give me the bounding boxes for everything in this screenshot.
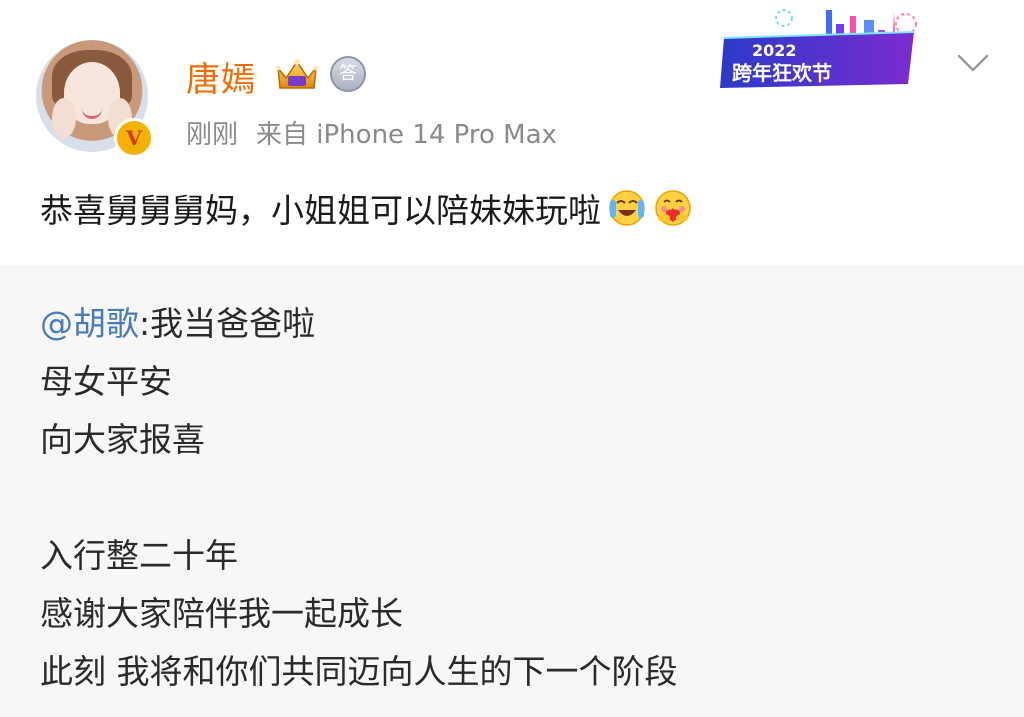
crown-badge-icon: [275, 59, 319, 89]
hug-emoji: [655, 190, 691, 226]
repost-first-line: @胡歌:我当爸爸啦: [40, 297, 315, 345]
event-banner-title: 跨年狂欢节: [732, 61, 832, 85]
post-meta: 刚刚 来自 iPhone 14 Pro Max: [186, 114, 575, 151]
username[interactable]: 唐嫣: [186, 52, 256, 101]
weibo-post-page: V 唐嫣 答 刚刚 来自 iPhone 14 Pro Max 2022 跨年狂欢…: [0, 0, 1024, 717]
repost-block[interactable]: @胡歌:我当爸爸啦 母女平安 向大家报喜 入行整二十年 感谢大家陪伴我一起成长 …: [0, 265, 1024, 717]
repost-line: 向大家报喜: [40, 420, 205, 459]
mention-link[interactable]: @胡歌: [40, 304, 139, 343]
event-banner[interactable]: 2022 跨年狂欢节: [718, 4, 930, 96]
text-fade-overlay: [700, 615, 1024, 717]
crying-laugh-emoji: [609, 190, 645, 226]
repost-line: 入行整二十年: [40, 536, 238, 575]
repost-line: 母女平安: [40, 362, 172, 401]
v-badge-icon: V: [114, 118, 154, 158]
post-header: V 唐嫣 答 刚刚 来自 iPhone 14 Pro Max 2022 跨年狂欢…: [0, 0, 1024, 265]
post-text: 恭喜舅舅舅妈，小姐姐可以陪妹妹玩啦: [40, 184, 980, 232]
repost-line: 感谢大家陪伴我一起成长: [40, 594, 403, 633]
event-banner-year: 2022: [752, 41, 797, 60]
repost-first-text: :我当爸爸啦: [139, 304, 316, 343]
repost-line: 此刻 我将和你们共同迈向人生的下一个阶段: [40, 652, 678, 691]
post-text-body: 恭喜舅舅舅妈，小姐姐可以陪妹妹玩啦: [40, 191, 601, 230]
avatar[interactable]: V: [36, 40, 154, 158]
post-time: 刚刚: [186, 120, 239, 150]
answer-badge-icon: 答: [330, 56, 366, 92]
chevron-down-icon[interactable]: [956, 52, 990, 74]
post-source: 来自 iPhone 14 Pro Max: [256, 120, 557, 150]
